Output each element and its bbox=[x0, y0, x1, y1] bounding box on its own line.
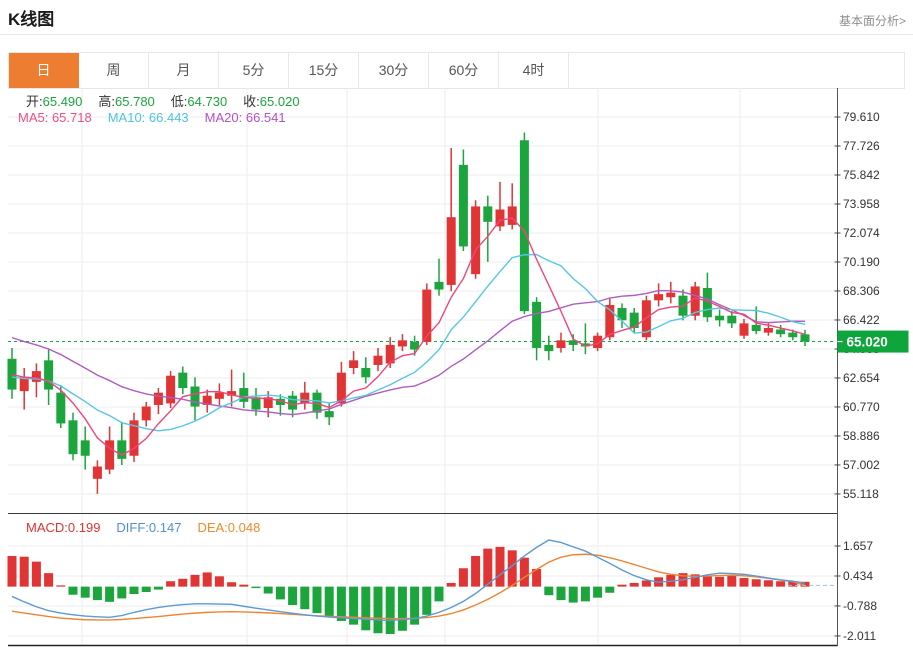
ohlc-close: 收:65.020 bbox=[243, 94, 299, 109]
ohlc-open: 开:65.490 bbox=[26, 94, 82, 109]
svg-text:66.422: 66.422 bbox=[843, 313, 880, 327]
svg-text:75.842: 75.842 bbox=[843, 168, 880, 182]
ma-legend-ma5: MA5: 65.718 bbox=[18, 110, 92, 125]
svg-text:77.726: 77.726 bbox=[843, 139, 880, 153]
ma-legend-ma20: MA20: 66.541 bbox=[205, 110, 286, 125]
svg-text:-0.788: -0.788 bbox=[843, 599, 877, 613]
ma5-line bbox=[12, 218, 805, 455]
macd-legend-dea: DEA:0.048 bbox=[197, 520, 260, 535]
svg-text:62.654: 62.654 bbox=[843, 371, 880, 385]
macd-readout: MACD:0.199 DIFF:0.147 DEA:0.048 bbox=[26, 520, 276, 535]
svg-text:0.434: 0.434 bbox=[843, 569, 873, 583]
ma-legend-ma10: MA10: 66.443 bbox=[108, 110, 189, 125]
svg-text:60.770: 60.770 bbox=[843, 400, 880, 414]
svg-text:57.002: 57.002 bbox=[843, 458, 880, 472]
ma-readout: MA5: 65.718 MA10: 66.443 MA20: 66.541 bbox=[18, 110, 302, 125]
ohlc-low: 低:64.730 bbox=[171, 94, 227, 109]
ma10-line bbox=[12, 255, 805, 431]
svg-text:72.074: 72.074 bbox=[843, 226, 880, 240]
svg-text:1.657: 1.657 bbox=[843, 539, 873, 553]
macd-legend-diff: DIFF:0.147 bbox=[116, 520, 181, 535]
svg-text:58.886: 58.886 bbox=[843, 429, 880, 443]
svg-text:68.306: 68.306 bbox=[843, 284, 880, 298]
svg-text:70.190: 70.190 bbox=[843, 255, 880, 269]
macd-histogram bbox=[8, 547, 810, 634]
macd-legend-macd: MACD:0.199 bbox=[26, 520, 100, 535]
candles-layer bbox=[8, 133, 810, 494]
svg-text:-2.011: -2.011 bbox=[843, 629, 876, 643]
ohlc-high: 高:65.780 bbox=[98, 94, 154, 109]
svg-text:55.118: 55.118 bbox=[843, 487, 879, 501]
current-price-label: 65.020 bbox=[838, 331, 909, 353]
svg-text:65.020: 65.020 bbox=[847, 335, 888, 350]
svg-text:73.958: 73.958 bbox=[843, 197, 880, 211]
svg-text:79.610: 79.610 bbox=[843, 110, 880, 124]
ohlc-readout: 开:65.490 高:65.780 低:64.730 收:65.020 bbox=[26, 91, 316, 110]
kline-page: { "header": { "title": "K线图", "link": "基… bbox=[0, 0, 913, 648]
price-axis-labels: 79.610 77.726 75.842 73.958 72.074 70.190 68.3… bbox=[835, 110, 881, 643]
